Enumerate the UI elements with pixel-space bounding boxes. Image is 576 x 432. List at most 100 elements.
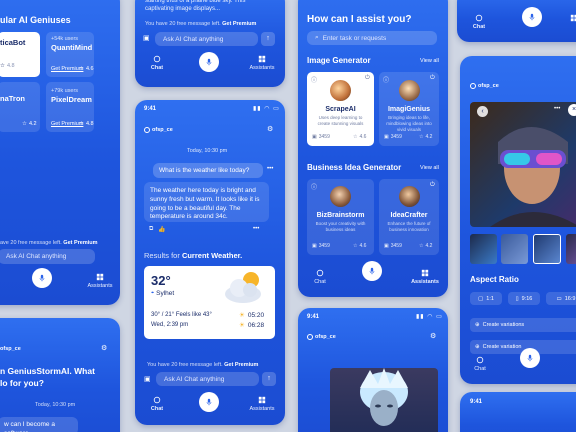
mic-button[interactable] bbox=[520, 348, 540, 368]
power-icon[interactable]: ⏻ bbox=[365, 75, 370, 82]
star-icon: ☆ bbox=[353, 134, 358, 140]
settings-icon[interactable]: ⚙ bbox=[267, 125, 273, 133]
assistant-avatar bbox=[399, 186, 420, 207]
microphone-icon bbox=[529, 13, 535, 21]
power-icon[interactable]: ⏻ bbox=[430, 182, 435, 189]
user-message: w can I become a software bbox=[0, 417, 78, 432]
nav-label: Chat bbox=[150, 65, 164, 71]
assistant-card[interactable]: ⓘ ⏻ ImagiGenius Bringing ideas to life, … bbox=[379, 72, 439, 146]
thumbnail[interactable] bbox=[566, 234, 576, 264]
assistant-card[interactable]: +54k users QuantiMind Get Premium ☆ 4.6 bbox=[46, 32, 94, 77]
chat-count-icon: ▣ bbox=[312, 134, 317, 140]
weather-datetime: Wed, 2:39 pm bbox=[151, 322, 189, 328]
nav-assistants[interactable] bbox=[567, 14, 576, 24]
settings-icon[interactable]: ⚙ bbox=[101, 344, 107, 352]
thumbnail[interactable] bbox=[470, 234, 497, 264]
thumbnail[interactable] bbox=[501, 234, 528, 264]
landscape-icon: ▭ bbox=[556, 295, 562, 302]
more-icon[interactable]: ••• bbox=[554, 106, 560, 112]
send-button[interactable]: ↑ bbox=[261, 32, 275, 46]
nav-chat[interactable]: Chat bbox=[145, 396, 169, 412]
get-premium-link[interactable]: Get Premium bbox=[224, 362, 258, 368]
brand-logo: ofsp_ce bbox=[470, 83, 499, 89]
status-time: 9:41 bbox=[144, 106, 157, 112]
results-prefix: Results for bbox=[144, 251, 182, 260]
ratio-9-16[interactable]: ▯ 9:16 bbox=[508, 292, 540, 305]
chat-count-icon: ▣ bbox=[384, 134, 389, 140]
info-icon[interactable]: ⓘ bbox=[383, 75, 389, 84]
nav-assistants[interactable]: Assistants bbox=[406, 269, 444, 285]
assistant-card[interactable]: ticaBot ☆ 4.8 bbox=[0, 32, 40, 77]
nav-chat[interactable]: Chat bbox=[468, 356, 492, 372]
page-title: ular AI Geniuses bbox=[0, 15, 71, 25]
search-placeholder: Enter task or requests bbox=[322, 34, 387, 42]
mic-button[interactable] bbox=[199, 52, 219, 72]
get-premium-link[interactable]: Get Premium bbox=[222, 21, 256, 27]
ai-message-tail: starting thus of a prairie blue sky. Thi… bbox=[145, 0, 246, 12]
assistant-name: BizBrainstorm bbox=[316, 212, 365, 219]
back-button[interactable]: ‹ bbox=[477, 106, 488, 117]
star-icon: ☆ bbox=[419, 243, 424, 249]
portrait-icon: ▯ bbox=[515, 295, 519, 302]
info-icon[interactable]: ⓘ bbox=[311, 75, 317, 84]
ratio-16-9[interactable]: ▭ 16:9 bbox=[546, 292, 576, 305]
user-count: +79k users bbox=[51, 88, 79, 94]
assistant-card[interactable]: ⏻ IdeaCrafter Enhance the future of busi… bbox=[379, 179, 439, 255]
settings-icon[interactable]: ⚙ bbox=[430, 332, 436, 340]
nav-assistants[interactable]: Assistants bbox=[80, 273, 120, 289]
phone-image-result: 9:41 ▮▮ ◠ ▭ ofsp_ce ⚙ bbox=[298, 308, 448, 432]
square-icon: ▢ bbox=[478, 295, 484, 302]
nav-chat[interactable]: Chat bbox=[145, 55, 169, 71]
assistant-card[interactable]: ⓘ ⏻ ScrapeAI Uses deep learning to creat… bbox=[307, 72, 374, 146]
nav-label: Chat bbox=[472, 24, 486, 30]
results-topic: Current Weather. bbox=[181, 251, 243, 260]
assistant-rating: 4.2 bbox=[425, 243, 433, 249]
ai-message: The weather here today is bright and sun… bbox=[144, 182, 269, 222]
get-premium-link[interactable]: Get Premium bbox=[63, 240, 97, 246]
nav-label: Assistants bbox=[87, 283, 113, 289]
phone-assistants-list: ular AI Geniuses ticaBot ☆ 4.8 +54k user… bbox=[0, 0, 120, 305]
view-all-link[interactable]: View all bbox=[420, 165, 439, 171]
generated-image[interactable] bbox=[470, 102, 576, 227]
search-input[interactable]: ⌕ Enter task or requests bbox=[307, 31, 437, 45]
weather-card[interactable]: 32° ⌖ Sylhet 30° / 21° Feels like 43° We… bbox=[144, 266, 275, 339]
assistant-card[interactable]: ⓘ BizBrainstorm Boost your creativity wi… bbox=[307, 179, 374, 255]
mic-button[interactable] bbox=[522, 7, 542, 27]
copy-icon[interactable]: ⧉ bbox=[149, 226, 153, 233]
plus-icon: ⊕ bbox=[475, 322, 480, 328]
nav-assistants[interactable]: Assistants bbox=[243, 396, 281, 412]
chat-input[interactable]: Ask AI Chat anything bbox=[155, 32, 258, 46]
nav-label: Chat bbox=[314, 279, 326, 285]
view-all-link[interactable]: View all bbox=[420, 58, 439, 64]
mic-button[interactable] bbox=[362, 261, 382, 281]
nav-chat[interactable]: Chat bbox=[467, 14, 491, 30]
generated-image[interactable] bbox=[330, 368, 438, 432]
create-variations-button[interactable]: ⊕ Create variations bbox=[470, 318, 576, 332]
nav-label: Assistants bbox=[249, 406, 275, 412]
nav-assistants[interactable]: Assistants bbox=[243, 55, 281, 71]
thumbnail-selected[interactable] bbox=[533, 234, 561, 264]
phone-assistant-home: How can I assist you? ⌕ Enter task or re… bbox=[298, 0, 448, 297]
more-icon[interactable]: ••• bbox=[267, 166, 273, 172]
mic-button[interactable] bbox=[32, 268, 52, 288]
send-button[interactable]: ↑ bbox=[262, 372, 276, 386]
welcome-title-line2: lo for you? bbox=[0, 378, 44, 388]
power-icon[interactable]: ⏻ bbox=[430, 75, 435, 82]
ratio-1-1[interactable]: ▢ 1:1 bbox=[470, 292, 502, 305]
more-icon[interactable]: ••• bbox=[253, 226, 259, 232]
info-icon[interactable]: ⓘ bbox=[311, 182, 317, 191]
like-icon[interactable]: 👍 bbox=[158, 226, 165, 233]
close-button[interactable]: × bbox=[568, 104, 576, 116]
phone-weather-chat: 9:41 ▮▮ ◠ ▭ ofsp_ce ⚙ Today, 10:30 pm Wh… bbox=[135, 100, 285, 425]
assistant-rating: 4.8 bbox=[85, 121, 94, 127]
image-attach-icon[interactable]: ▣ bbox=[143, 34, 150, 42]
welcome-title-line1: n GeniusStormAI. What bbox=[0, 366, 95, 376]
image-attach-icon[interactable]: ▣ bbox=[144, 375, 151, 383]
assistant-card[interactable]: +79k users PixelDream Get Premium ☆ 4.8 bbox=[46, 82, 94, 132]
chat-input[interactable]: Ask AI Chat anything bbox=[156, 372, 259, 386]
chat-input[interactable]: Ask AI Chat anything bbox=[0, 249, 95, 264]
assistant-card[interactable]: naTron ☆ 4.2 bbox=[0, 82, 40, 132]
weather-location: Sylhet bbox=[156, 290, 175, 297]
mic-button[interactable] bbox=[199, 392, 219, 412]
nav-chat[interactable]: Chat bbox=[308, 269, 332, 285]
